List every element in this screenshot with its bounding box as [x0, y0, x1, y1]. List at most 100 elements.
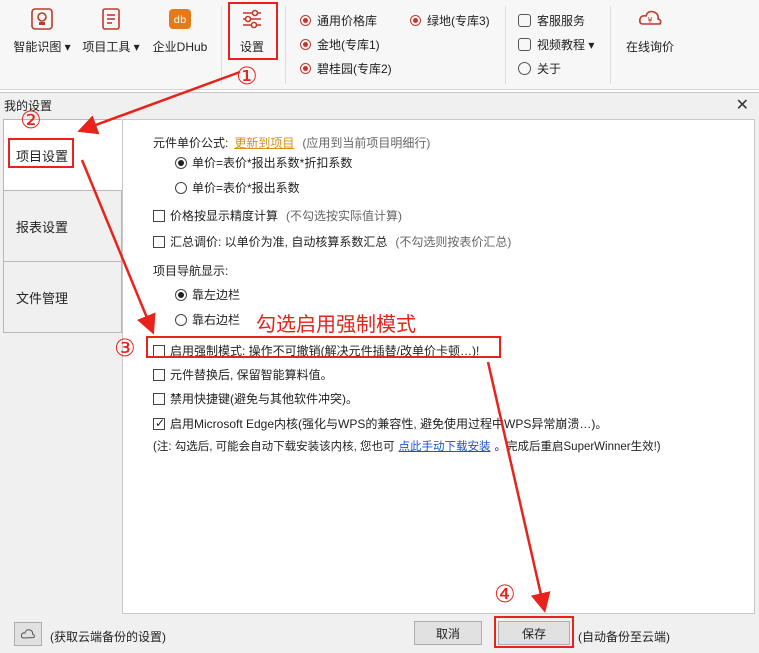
step-3-badge: ③: [114, 334, 136, 362]
note-suffix: 。完成后重启SuperWinner生效!): [494, 441, 661, 453]
formula-a-label: 单价=表价*报出系数*折扣系数: [192, 156, 353, 170]
settings-dialog: 我的设置 ✕ 项目设置 报表设置 文件管理 元件单价公式: 更新到项目 (应用到…: [0, 92, 759, 653]
radio-icon: [175, 156, 187, 169]
close-icon[interactable]: ✕: [736, 95, 749, 115]
dhub-label: 企业DHub: [152, 40, 208, 54]
checkbox-icon: [153, 209, 165, 222]
project-tools-icon: [102, 8, 120, 30]
formula-a-option[interactable]: 单价=表价*报出系数*折扣系数: [175, 154, 352, 171]
project-settings-panel: 元件单价公式: 更新到项目 (应用到当前项目明细行) 单价=表价*报出系数*折扣…: [122, 119, 755, 614]
ribbon-divider: [221, 6, 222, 84]
nav-right-label: 靠右边栏: [192, 313, 241, 327]
callout-force-mode: 勾选启用强制模式: [256, 314, 416, 336]
library-lvdi[interactable]: 绿地(专库3): [410, 12, 490, 29]
cloud-icon: [20, 629, 35, 639]
highlight-force-mode: [146, 336, 501, 358]
library-label: 绿地(专库3): [427, 14, 490, 28]
smart-image-button[interactable]: 智能识图 ▾: [10, 6, 74, 55]
radio-icon: [300, 39, 311, 50]
cloud-restore-button[interactable]: [14, 622, 42, 646]
radio-icon: [175, 288, 187, 301]
customer-service-button[interactable]: 客服服务: [518, 12, 585, 29]
library-general[interactable]: 通用价格库: [300, 12, 377, 29]
formula-b-label: 单价=表价*报出系数: [192, 181, 300, 195]
nav-right-option[interactable]: 靠右边栏: [175, 311, 240, 328]
online-inquiry-button[interactable]: ¥ 在线询价: [620, 6, 680, 55]
svg-text:¥: ¥: [647, 16, 652, 25]
radio-icon: [410, 15, 421, 26]
video-icon: [518, 38, 531, 51]
radio-icon: [175, 181, 187, 194]
radio-icon: [175, 313, 187, 326]
highlight-settings: [228, 2, 278, 60]
radio-icon: [300, 63, 311, 74]
update-to-project-link[interactable]: 更新到项目: [234, 134, 294, 151]
project-tools-button[interactable]: 项目工具 ▾: [80, 6, 142, 55]
edge-core-checkbox[interactable]: 启用Microsoft Edge内核(强化与WPS的兼容性, 避免使用过程中WP…: [153, 415, 607, 432]
nav-label: 报表设置: [16, 219, 69, 235]
video-tutorial-button[interactable]: 视频教程 ▾: [518, 36, 594, 53]
disable-hotkey-checkbox[interactable]: 禁用快捷键(避免与其他软件冲突)。: [153, 390, 358, 407]
manual-download-link[interactable]: 点此手动下载安装: [399, 438, 491, 454]
online-inquiry-label: 在线询价: [625, 40, 674, 54]
nav-report-settings[interactable]: 报表设置: [3, 190, 122, 262]
edge-core-label: 启用Microsoft Edge内核(强化与WPS的兼容性, 避免使用过程中WP…: [170, 417, 608, 431]
chat-icon: [518, 14, 531, 27]
cancel-button[interactable]: 取消: [414, 621, 482, 645]
checkbox-icon: [153, 235, 165, 248]
project-tools-label: 项目工具 ▾: [82, 40, 140, 54]
service-label: 客服服务: [537, 14, 586, 28]
library-jindi[interactable]: 金地(专库1): [300, 36, 380, 53]
highlight-project-settings: [8, 138, 74, 168]
library-biguiyuan[interactable]: 碧桂园(专库2): [300, 60, 392, 77]
radio-icon: [300, 15, 311, 26]
summary-hint: (不勾选则按表价汇总): [395, 235, 512, 249]
service-label: 关于: [537, 62, 562, 76]
dialog-footer: (获取云端备份的设置) 取消 保存 (自动备份至云端): [0, 614, 759, 653]
price-inquiry-icon: ¥: [639, 10, 662, 25]
keep-calc-checkbox[interactable]: 元件替换后, 保留智能算料值。: [153, 366, 333, 383]
update-hint: (应用到当前项目明细行): [302, 136, 431, 150]
save-hint: (自动备份至云端): [578, 630, 670, 644]
step-4-badge: ④: [494, 580, 516, 608]
smart-image-icon: [31, 8, 53, 30]
checkbox-icon: [153, 368, 165, 381]
highlight-save: [494, 616, 574, 648]
unit-price-row: 元件单价公式: 更新到项目 (应用到当前项目明细行): [153, 134, 430, 151]
precision-hint: (不勾选按实际值计算): [286, 209, 403, 223]
unit-price-label: 元件单价公式:: [153, 136, 229, 150]
ribbon-divider: [285, 6, 286, 84]
nav-left-label: 靠左边栏: [192, 288, 241, 302]
info-icon: [518, 62, 531, 75]
service-label: 视频教程 ▾: [537, 38, 595, 52]
library-label: 金地(专库1): [317, 38, 380, 52]
summary-label: 汇总调价: 以单价为准, 自动核算系数汇总: [170, 235, 388, 249]
dhub-button[interactable]: db 企业DHub: [148, 6, 212, 55]
nav-label: 文件管理: [16, 290, 69, 306]
library-label: 通用价格库: [317, 14, 378, 28]
precision-label: 价格按显示精度计算: [170, 209, 279, 223]
nav-file-management[interactable]: 文件管理: [3, 261, 122, 333]
dhub-icon: db: [169, 9, 191, 29]
formula-b-option[interactable]: 单价=表价*报出系数: [175, 179, 300, 196]
keep-calc-label: 元件替换后, 保留智能算料值。: [170, 368, 333, 382]
checkbox-icon: [153, 416, 165, 430]
ribbon-divider: [610, 6, 611, 84]
summary-checkbox[interactable]: 汇总调价: 以单价为准, 自动核算系数汇总 (不勾选则按表价汇总): [153, 233, 511, 250]
disable-hotkey-label: 禁用快捷键(避免与其他软件冲突)。: [170, 392, 358, 406]
step-2-badge: ②: [20, 106, 42, 134]
ribbon-toolbar: 智能识图 ▾ 项目工具 ▾ db 企业DHub 设置 通用价格库 金地(专库1)…: [0, 0, 759, 90]
note-prefix: (注: 勾选后, 可能会自动下载安装该内核, 您也可: [153, 441, 395, 453]
svg-text:db: db: [174, 15, 187, 26]
step-1-badge: ①: [236, 62, 258, 90]
nav-display-label: 项目导航显示:: [153, 264, 229, 278]
about-button[interactable]: 关于: [518, 60, 561, 77]
library-label: 碧桂园(专库2): [317, 62, 392, 76]
smart-image-label: 智能识图 ▾: [13, 40, 71, 54]
ribbon-divider: [505, 6, 506, 84]
checkbox-icon: [153, 392, 165, 405]
nav-left-option[interactable]: 靠左边栏: [175, 286, 240, 303]
cloud-restore-text: (获取云端备份的设置): [50, 630, 166, 644]
edge-note: (注: 勾选后, 可能会自动下载安装该内核, 您也可 点此手动下载安装 。完成后…: [153, 438, 661, 454]
precision-checkbox[interactable]: 价格按显示精度计算 (不勾选按实际值计算): [153, 207, 402, 224]
